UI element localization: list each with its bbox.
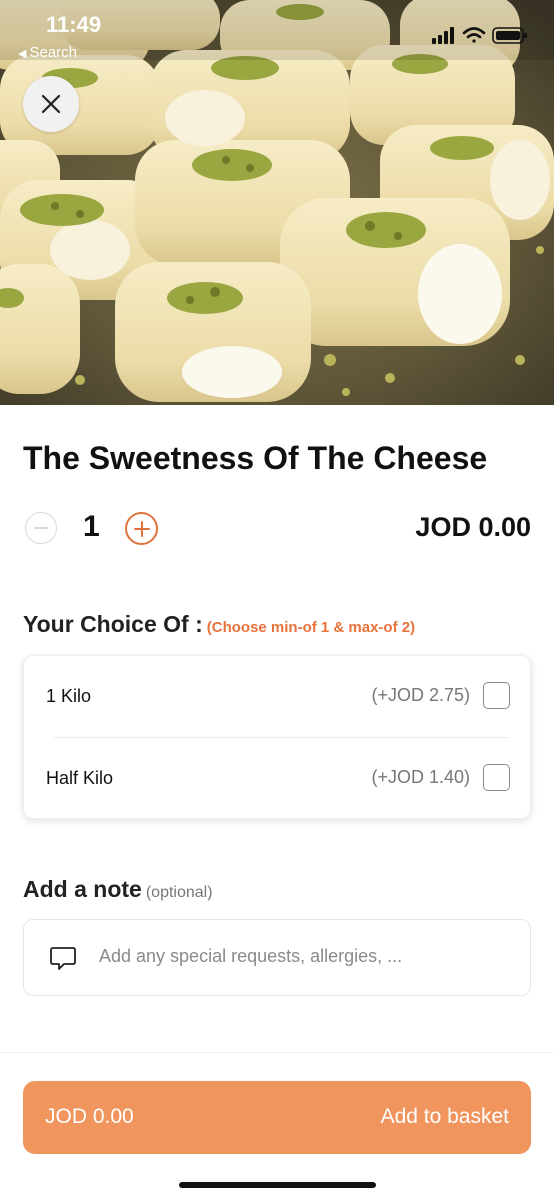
note-optional-label: (optional) xyxy=(145,884,213,901)
status-icons xyxy=(432,27,527,44)
back-arrow-icon: ◀ xyxy=(18,48,27,60)
status-bar: 11:49 ◀ Search xyxy=(0,0,554,70)
option-price: (+JOD 2.75) xyxy=(371,685,470,705)
choice-hint: (Choose min-of 1 & max-of 2) xyxy=(206,619,416,636)
add-to-basket-button[interactable]: JOD 0.00 Add to basket xyxy=(23,1081,531,1154)
choice-heading: Your Choice Of : (Choose min-of 1 & max-o… xyxy=(23,611,415,638)
minus-icon xyxy=(34,527,48,529)
close-button[interactable] xyxy=(23,76,79,132)
note-input[interactable]: Add any special requests, allergies, ... xyxy=(23,919,531,996)
option-checkbox[interactable] xyxy=(483,682,510,709)
product-price: JOD 0.00 xyxy=(415,512,531,542)
back-to-search[interactable]: ◀ Search xyxy=(18,44,77,61)
options-card: 1 Kilo (+JOD 2.75) Half Kilo (+JOD 1.40) xyxy=(23,655,531,819)
option-label: Half Kilo xyxy=(46,768,114,788)
decrease-quantity-button[interactable] xyxy=(25,512,57,544)
note-title: Add a note xyxy=(23,876,142,902)
note-heading: Add a note (optional) xyxy=(23,876,213,903)
increase-quantity-button[interactable] xyxy=(125,512,158,545)
basket-price: JOD 0.00 xyxy=(45,1105,134,1128)
status-time: 11:49 xyxy=(46,12,102,37)
wifi-icon xyxy=(462,27,486,43)
option-label: 1 Kilo xyxy=(46,686,92,706)
battery-icon xyxy=(492,27,527,44)
option-price: (+JOD 1.40) xyxy=(371,767,470,787)
close-icon xyxy=(41,94,61,114)
back-label: Search xyxy=(29,44,77,61)
option-half-kilo[interactable]: Half Kilo (+JOD 1.40) xyxy=(24,738,532,818)
home-indicator[interactable] xyxy=(179,1182,376,1188)
note-placeholder: Add any special requests, allergies, ... xyxy=(99,946,403,966)
quantity-row: 1 JOD 0.00 xyxy=(23,508,531,550)
quantity-value: 1 xyxy=(83,510,100,543)
option-checkbox[interactable] xyxy=(483,764,510,791)
chat-bubble-icon xyxy=(50,947,76,970)
add-to-basket-label: Add to basket xyxy=(380,1105,509,1128)
choice-title: Your Choice Of : xyxy=(23,611,203,637)
plus-icon xyxy=(133,520,150,537)
signal-icon xyxy=(432,27,454,44)
product-title: The Sweetness Of The Cheese xyxy=(23,440,488,476)
option-1-kilo[interactable]: 1 Kilo (+JOD 2.75) xyxy=(24,656,532,736)
